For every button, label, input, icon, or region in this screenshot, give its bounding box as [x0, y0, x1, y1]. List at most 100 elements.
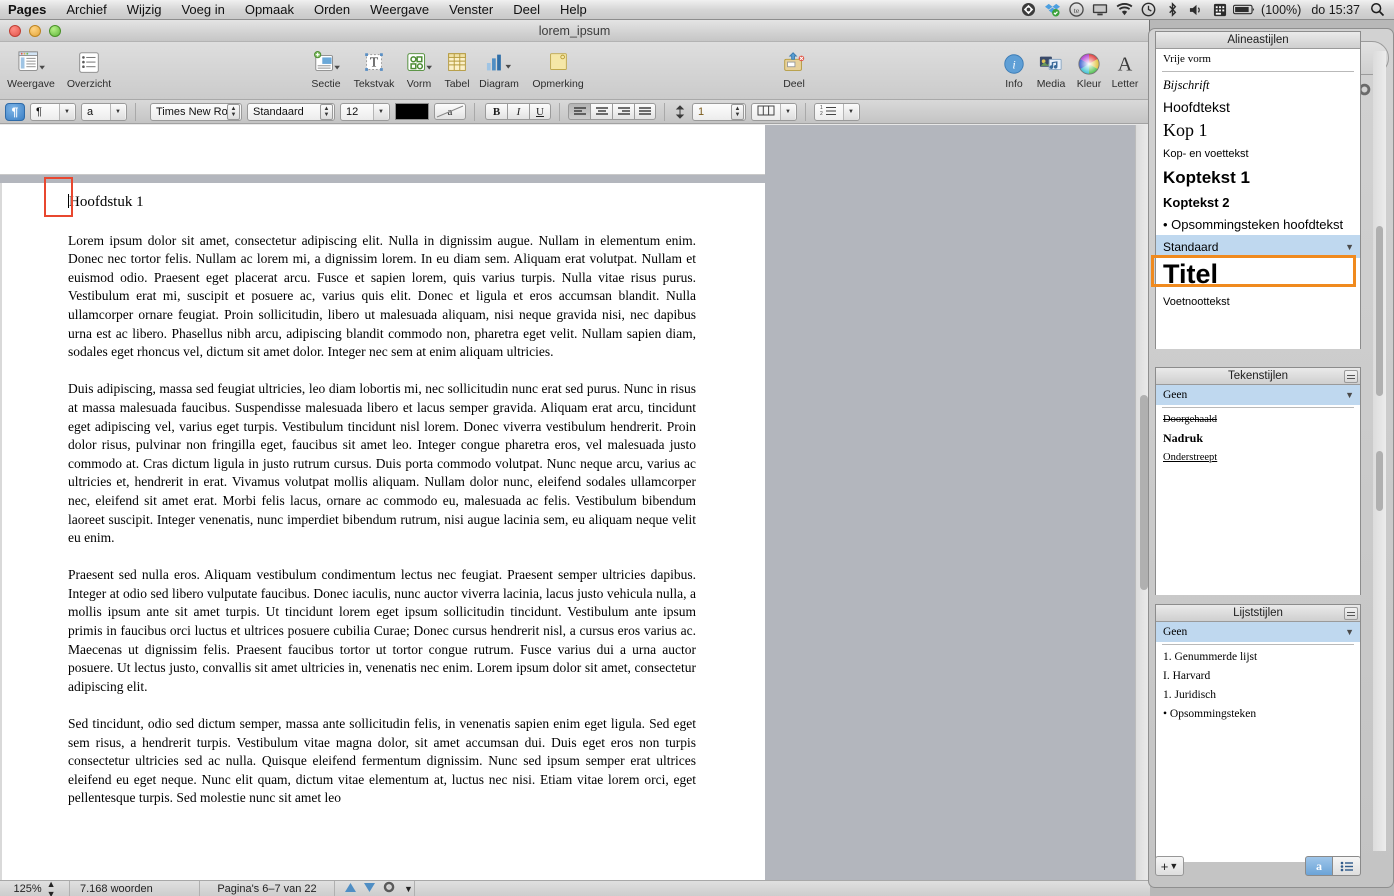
toolbar-diagram[interactable]: Diagram [470, 46, 528, 90]
italic-button[interactable]: I [507, 103, 529, 120]
align-right-button[interactable] [612, 103, 634, 120]
paragraph-style-hoofdtekst[interactable]: Hoofdtekst [1156, 96, 1360, 118]
underline-button[interactable]: U [529, 103, 551, 120]
menu-opmaak[interactable]: Opmaak [235, 0, 304, 20]
drawer-scrollbar-thumb-character[interactable] [1376, 451, 1383, 511]
stepper-icon[interactable]: ▲ ▼ [47, 879, 56, 896]
chevron-down-icon[interactable]: ▼ [1345, 627, 1354, 637]
toolbar-letter[interactable]: A Letter [1096, 46, 1154, 90]
menu-voeg-in[interactable]: Voeg in [171, 0, 234, 20]
list-style-genummerde-lijst[interactable]: 1. Genummerde lijst [1156, 647, 1360, 666]
menu-venster[interactable]: Venster [439, 0, 503, 20]
toggle-list-styles-button[interactable] [1333, 856, 1361, 876]
columns-menu[interactable]: ▼ [751, 102, 797, 121]
gear-icon[interactable] [383, 881, 396, 896]
list-style-opsommingsteken[interactable]: • Opsommingsteken [1156, 704, 1360, 723]
toolbar-opmerking[interactable]: Opmerking [529, 46, 587, 90]
character-style-nadruk[interactable]: Nadruk [1156, 429, 1360, 448]
clock-label[interactable]: do 15:37 [1307, 3, 1364, 17]
toolbar-deel[interactable]: Deel [765, 46, 823, 90]
window-title-bar[interactable]: lorem_ipsum [0, 20, 1149, 42]
paragraph-style-menu[interactable]: ¶ ▼ [30, 102, 76, 121]
time-machine-icon[interactable] [1137, 0, 1159, 20]
menu-help[interactable]: Help [550, 0, 597, 20]
drawer-scrollbar-thumb-paragraph[interactable] [1376, 226, 1383, 396]
chevron-down-icon[interactable]: ▼ [1345, 390, 1354, 400]
list-style-geen[interactable]: Geen ▼ [1156, 622, 1360, 642]
toggle-character-styles-button[interactable]: a [1305, 856, 1333, 876]
paragraph-style-standaard[interactable]: Standaard ▼ [1156, 235, 1360, 258]
line-spacing-input[interactable]: 1 ▲ ▼ [692, 102, 746, 121]
font-size-select[interactable]: 12 ▼ [340, 102, 390, 121]
document-text[interactable]: Hoofdstuk 1 Lorem ipsum dolor sit amet, … [44, 177, 696, 827]
list-style-harvard[interactable]: I. Harvard [1156, 666, 1360, 685]
chevron-down-icon[interactable]: ▼ [1345, 242, 1354, 252]
display-icon[interactable] [1089, 0, 1111, 20]
body-paragraph-3[interactable]: Praesent sed nulla eros. Aliquam vestibu… [68, 566, 696, 696]
font-style-select[interactable]: Standaard ▲ ▼ [247, 102, 335, 121]
body-paragraph-1[interactable]: Lorem ipsum dolor sit amet, consectetur … [68, 232, 696, 362]
chevron-down-icon: ▼ [780, 103, 795, 120]
volume-icon[interactable] [1185, 0, 1207, 20]
toolbar-weergave[interactable]: Weergave [2, 46, 60, 90]
text-background-swatch[interactable]: a [434, 103, 466, 120]
scrollbar-thumb[interactable] [1140, 395, 1148, 590]
character-style-menu[interactable]: a ▼ [81, 102, 127, 121]
list-style-juridisch[interactable]: 1. Juridisch [1156, 685, 1360, 704]
paragraph-style-opsommingsteken-hoofdtekst[interactable]: • Opsommingsteken hoofdtekst [1156, 213, 1360, 235]
zoom-control[interactable]: 125% ▲ ▼ [0, 879, 70, 896]
wifi-icon[interactable] [1113, 0, 1135, 20]
character-style-doorgehaald[interactable]: Doorgehaald [1156, 410, 1360, 429]
divider [664, 102, 665, 121]
page-up-icon[interactable] [345, 882, 356, 895]
paragraph-styles-list[interactable]: Vrije vorm Bijschrift Hoofdtekst Kop 1 K… [1156, 49, 1360, 349]
align-justify-button[interactable] [634, 103, 656, 120]
list-styles-list[interactable]: Geen ▼ 1. Genummerde lijst I. Harvard 1.… [1156, 622, 1360, 862]
align-left-button[interactable] [568, 103, 590, 120]
menu-app-pages[interactable]: Pages [0, 0, 56, 20]
character-styles-list[interactable]: Geen ▼ Doorgehaald Nadruk Onderstreept [1156, 385, 1360, 595]
add-style-button[interactable]: + ▼ [1155, 856, 1184, 876]
toolbar-overzicht[interactable]: Overzicht [60, 46, 118, 90]
paragraph-style-kop-1[interactable]: Kop 1 [1156, 118, 1360, 143]
menu-deel[interactable]: Deel [503, 0, 550, 20]
paragraph-style-vrije-vorm[interactable]: Vrije vorm [1156, 49, 1360, 69]
input-source-icon[interactable] [1209, 0, 1231, 20]
bold-button[interactable]: B [485, 103, 507, 120]
spotlight-search-icon[interactable] [1366, 0, 1388, 20]
menu-orden[interactable]: Orden [304, 0, 360, 20]
document-canvas[interactable]: Hoofdstuk 1 Lorem ipsum dolor sit amet, … [0, 125, 1150, 880]
font-family-select[interactable]: Times New Ro... ▲▼ [150, 102, 242, 121]
list-style-menu[interactable]: 12 ▼ [814, 102, 860, 121]
menu-weergave[interactable]: Weergave [360, 0, 439, 20]
paragraph-style-bijschrift[interactable]: Bijschrift [1156, 74, 1360, 96]
show-invisibles-toggle[interactable]: ¶ [5, 102, 25, 121]
paragraph-style-voetnoottekst[interactable]: Voetnoottekst [1156, 290, 1360, 314]
chapter-heading[interactable]: Hoofdstuk 1 [44, 177, 696, 217]
paragraph-styles-pane: Alineastijlen Vrije vorm Bijschrift Hoof… [1155, 31, 1361, 349]
te-icon[interactable]: te [1065, 0, 1087, 20]
body-paragraph-4[interactable]: Sed tincidunt, odio sed dictum semper, m… [68, 715, 696, 808]
paragraph-style-kop-en-voettekst[interactable]: Kop- en voettekst [1156, 143, 1360, 165]
battery-icon[interactable] [1233, 0, 1255, 20]
align-center-button[interactable] [590, 103, 612, 120]
chevron-down-icon[interactable]: ▼ [404, 884, 413, 894]
resize-grip-icon[interactable] [1344, 607, 1358, 620]
menu-wijzig[interactable]: Wijzig [117, 0, 172, 20]
paragraph-style-koptekst-2[interactable]: Koptekst 2 [1156, 191, 1360, 213]
character-style-geen[interactable]: Geen ▼ [1156, 385, 1360, 405]
page-down-icon[interactable] [364, 882, 375, 895]
dropbox-icon[interactable] [1041, 0, 1063, 20]
body-paragraph-2[interactable]: Duis adipiscing, massa sed feugiat ultri… [68, 380, 696, 547]
outline-icon [60, 46, 118, 76]
text-color-swatch[interactable] [395, 103, 429, 120]
paragraph-style-opsommingsteken-hoofdtekst-label: • Opsommingsteken hoofdtekst [1163, 216, 1344, 232]
resize-grip-icon[interactable] [1344, 370, 1358, 383]
bluetooth-icon[interactable] [1161, 0, 1183, 20]
drawer-scrollbar[interactable] [1373, 51, 1386, 851]
paragraph-style-titel[interactable]: Titel [1156, 258, 1360, 290]
paragraph-style-koptekst-1[interactable]: Koptekst 1 [1156, 165, 1360, 191]
character-style-onderstreept[interactable]: Onderstreept [1156, 448, 1360, 467]
menu-archief[interactable]: Archief [56, 0, 116, 20]
cloud-sync-icon[interactable] [1017, 0, 1039, 20]
